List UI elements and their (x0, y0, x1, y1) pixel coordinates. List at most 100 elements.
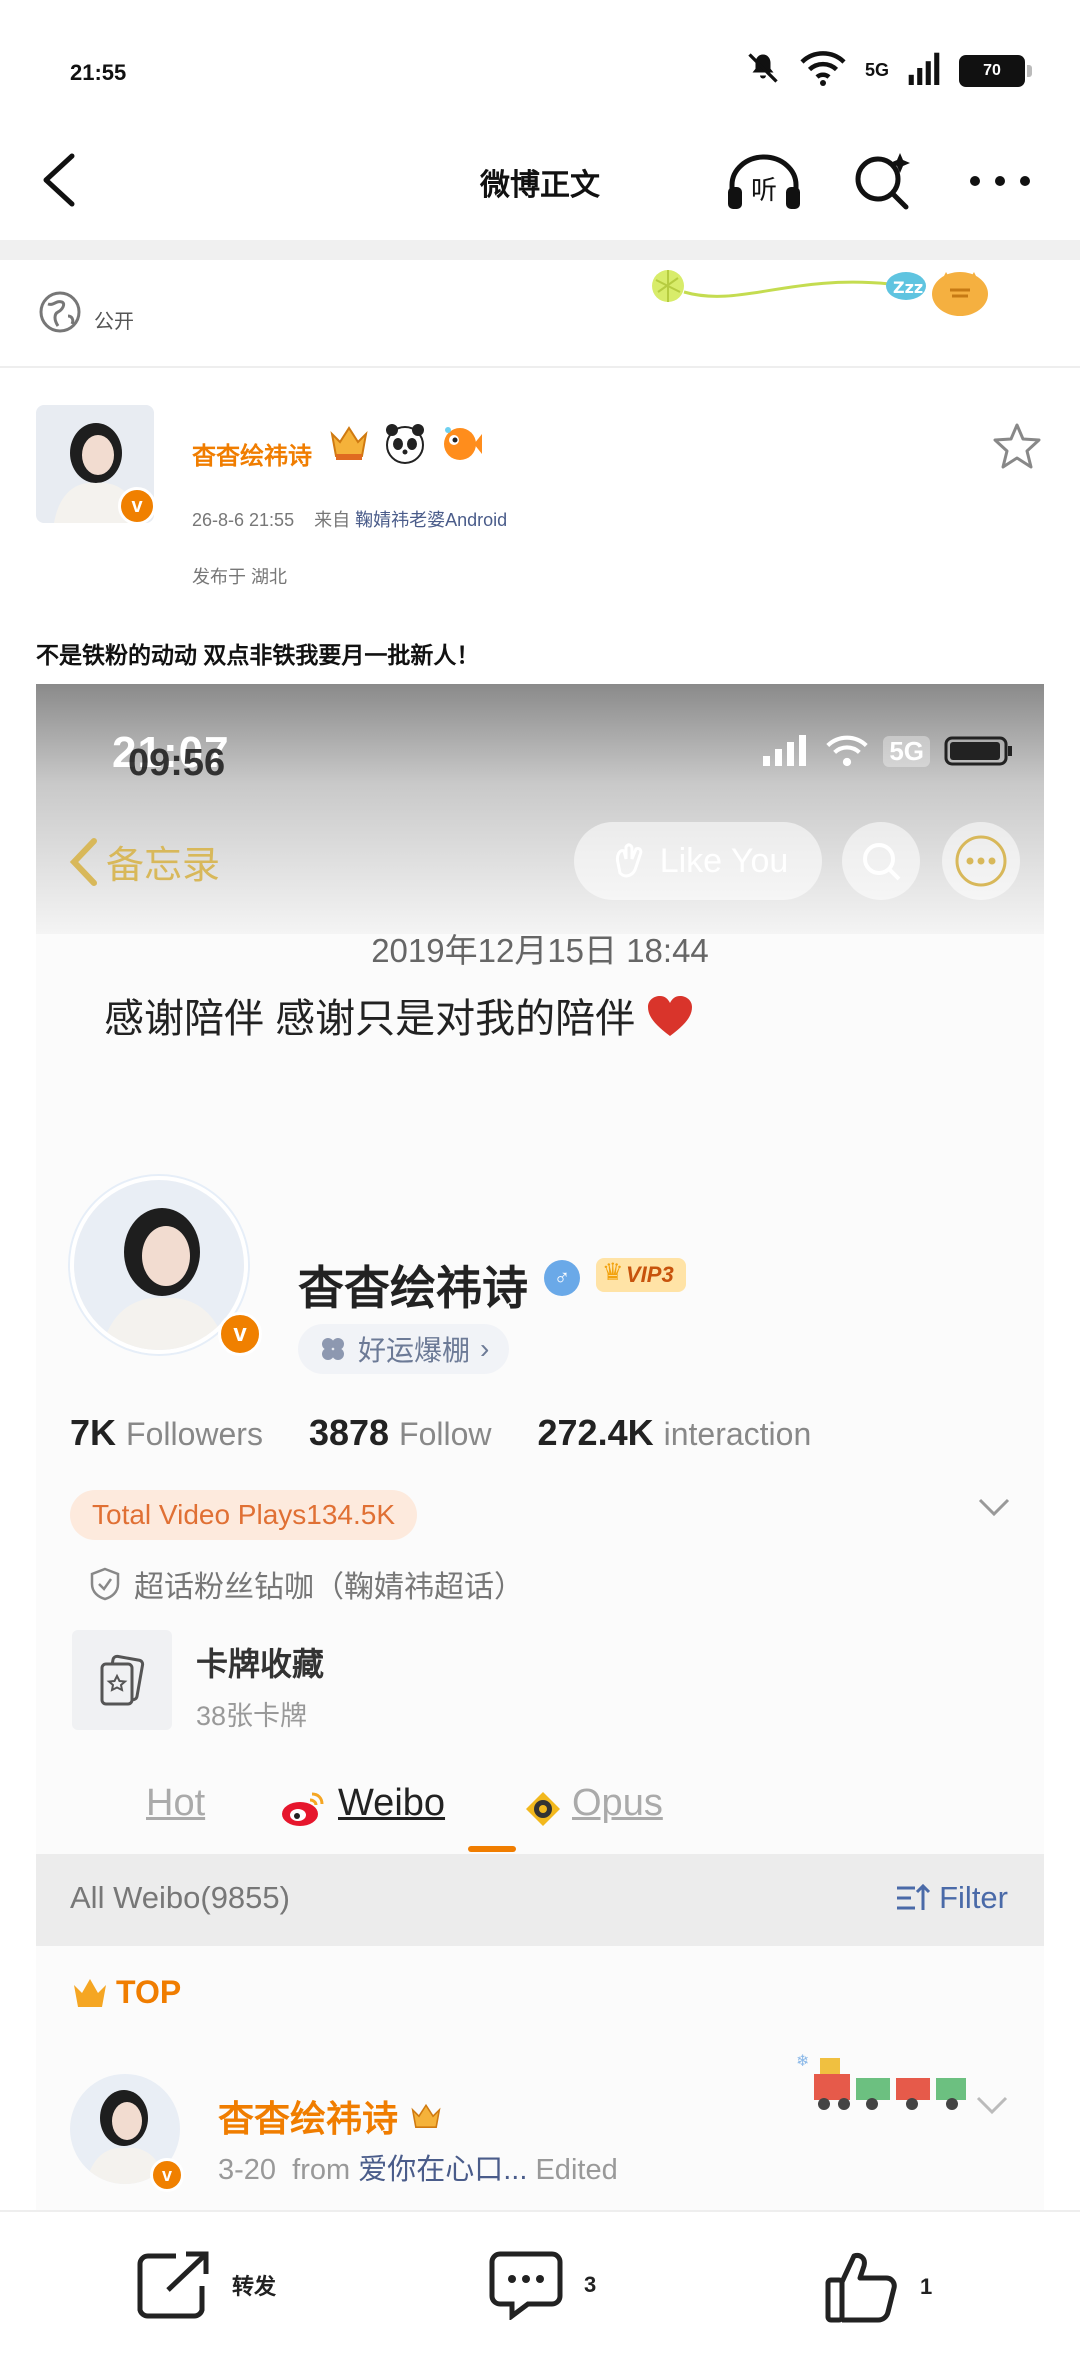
source-prefix: 来自 (314, 510, 351, 530)
search-sparkle-icon (855, 153, 910, 210)
like-you-label: Like You (659, 841, 789, 880)
followers-stat[interactable]: 7K Followers (70, 1412, 263, 1454)
memo-back-button[interactable]: 备忘录 (66, 834, 220, 889)
crown-badge-icon (326, 420, 372, 471)
interaction-stat: 272.4K interaction (538, 1412, 812, 1454)
card-collection-icon[interactable] (72, 1630, 172, 1730)
video-plays-pill: Total Video Plays134.5K (70, 1490, 418, 1540)
headphones-icon: 听 (728, 154, 800, 209)
post-location: 发布于 湖北 (192, 567, 288, 587)
panda-badge-icon (382, 420, 428, 471)
image-network: 5G (883, 735, 930, 767)
image-search-button[interactable] (842, 822, 920, 900)
nav-bar: 微博正文 听 (0, 130, 1080, 240)
top-post-label: TOP (70, 1974, 181, 2011)
weibo-logo-icon (278, 1788, 326, 1833)
svg-text:Zzz: Zzz (893, 278, 923, 297)
vip-badge[interactable]: VIP3 (596, 1258, 686, 1292)
tab-weibo[interactable]: Weibo (338, 1782, 445, 1825)
post-source[interactable]: 鞠婧祎老婆Android (355, 510, 507, 530)
battery-indicator: 70 (959, 54, 1032, 87)
share-icon (137, 2251, 209, 2319)
hand-wave-icon (615, 843, 642, 878)
tab-opus[interactable]: Opus (572, 1782, 663, 1825)
image-status-time-overlay: 09:56 (128, 742, 226, 784)
interaction-label: interaction (663, 1416, 812, 1452)
status-icons: 5G 70 (745, 50, 1032, 91)
super-topic-label: 超话粉丝钻咖（鞠婧祎超话） (134, 1571, 524, 1604)
listen-label: 听 (751, 176, 777, 206)
comment-button[interactable]: 3 (488, 2250, 596, 2320)
shield-check-icon (90, 1567, 120, 1601)
post-meta: 26-8-6 21:55 来自 鞠婧祎老婆Android (192, 506, 507, 532)
post-menu-button[interactable] (974, 2094, 1010, 2123)
luck-tag[interactable]: 好运爆棚 › (298, 1324, 510, 1374)
followers-label: Followers (126, 1416, 263, 1452)
author-badges (326, 420, 484, 471)
post-timestamp: 26-8-6 21:55 (192, 510, 295, 530)
luck-tag-arrow: › (480, 1333, 490, 1364)
crown-icon (74, 1978, 106, 2007)
globe-icon (38, 290, 82, 339)
author-name[interactable]: 杳杳绘祎诗 (192, 436, 312, 471)
luck-tag-label: 好运爆棚 (358, 1335, 471, 1366)
search-button[interactable] (842, 146, 922, 216)
red-heart-icon (648, 996, 693, 1036)
more-button[interactable] (960, 146, 1040, 216)
visibility-row: 公开 Zzz (0, 260, 1080, 368)
signal-icon (907, 51, 941, 90)
svg-text:❄: ❄ (796, 2051, 809, 2070)
crown-badge-icon (411, 2103, 441, 2128)
followers-count: 7K (70, 1412, 117, 1453)
memo-text-line: 感谢陪伴 感谢只是对我的陪伴 (104, 986, 694, 1044)
status-time: 21:55 (70, 60, 127, 85)
repost-label: 转发 (232, 2274, 277, 2299)
card-collection-count: 38张卡牌 (196, 1701, 308, 1731)
chevron-down-icon (978, 1498, 1010, 1517)
visibility-label: 公开 (94, 311, 134, 333)
image-status-icons: 5G (761, 734, 1014, 768)
follow-count: 3878 (308, 1412, 390, 1453)
star-icon (993, 423, 1041, 469)
memo-back-label: 备忘录 (106, 845, 221, 887)
fish-badge-icon (438, 420, 484, 471)
card-collection-title[interactable]: 卡牌收藏 (196, 1639, 324, 1685)
active-tab-indicator (468, 1846, 516, 1852)
listen-button[interactable]: 听 (724, 146, 804, 216)
weibo-filter-bar: All Weibo(9855) Filter (36, 1854, 1044, 1946)
expand-button[interactable] (976, 1496, 1012, 1525)
super-topic-row[interactable]: 超话粉丝钻咖（鞠婧祎超话） (90, 1562, 524, 1606)
train-decoration: ❄ (794, 2044, 974, 2119)
status-bar: 21:55 5G 70 (0, 0, 1080, 130)
image-signal-icon (763, 735, 807, 766)
verified-badge: v (118, 487, 156, 525)
thumbs-up-icon (825, 2253, 897, 2323)
image-more-button[interactable] (942, 822, 1020, 900)
profile-name: 杳杳绘祎诗 (298, 1262, 528, 1314)
like-button[interactable]: 1 (824, 2250, 932, 2324)
clover-icon (322, 1338, 344, 1360)
feed-author-name[interactable]: 杳杳绘祎诗 (218, 2090, 444, 2142)
repost-button[interactable]: 转发 (136, 2250, 276, 2320)
all-weibo-count: All Weibo(9855) (70, 1880, 290, 1915)
chevron-left-icon (69, 837, 97, 886)
image-wifi-icon (826, 735, 869, 767)
opus-logo-icon (524, 1790, 562, 1833)
more-dots-icon (970, 176, 1030, 186)
feed-from: from (292, 2154, 351, 2186)
follow-stat[interactable]: 3878 Follow (309, 1412, 492, 1454)
like-you-button[interactable]: Like You (574, 822, 822, 900)
follow-label: Follow (399, 1416, 492, 1452)
tab-hot[interactable]: Hot (146, 1782, 205, 1825)
wifi-icon (799, 50, 847, 91)
favorite-button[interactable] (992, 422, 1042, 475)
feed-edited: Edited (535, 2154, 618, 2186)
filter-button[interactable]: Filter (895, 1880, 1008, 1916)
like-count: 1 (920, 2274, 933, 2299)
post-image[interactable]: 21:07 09:56 5G 备忘录 Like You 2019年12月15日 … (36, 684, 1044, 2210)
bottom-action-bar: 转发 3 1 (0, 2210, 1080, 2372)
more-dots-icon (955, 835, 1007, 887)
gender-badge: ♂ (544, 1260, 580, 1296)
search-icon (863, 843, 901, 881)
image-battery-icon (944, 736, 1012, 766)
